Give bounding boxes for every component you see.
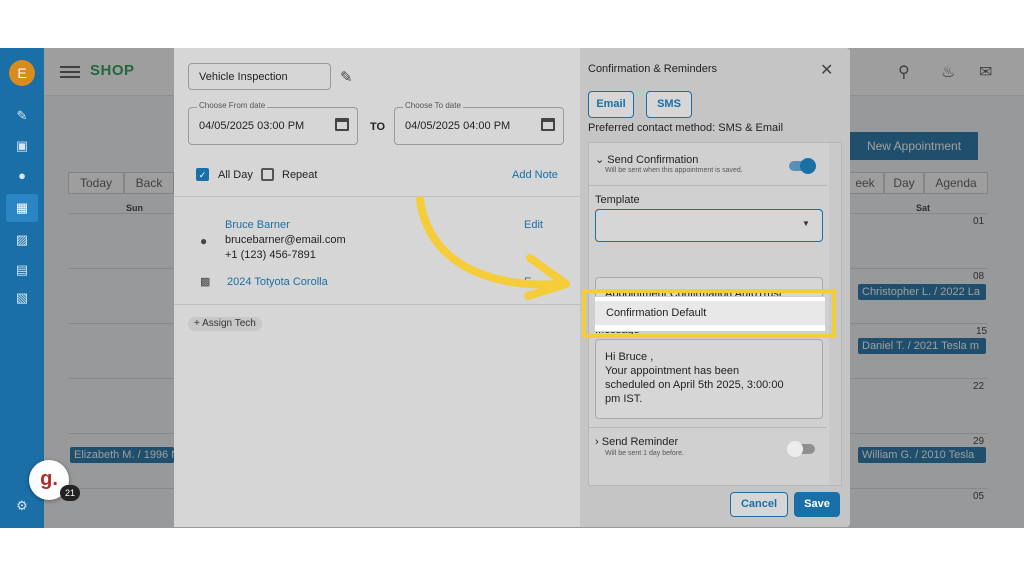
message-line: scheduled on April 5th 2025, 3:00:00	[605, 379, 784, 391]
send-reminder-label: Send Reminder	[601, 436, 679, 448]
to-date-value: 04/05/2025 04:00 PM	[405, 120, 511, 132]
confirmation-reminders-panel: Confirmation & Reminders ✕ Email SMS Pre…	[580, 48, 850, 527]
assistant-count-badge: 21	[60, 485, 80, 501]
toggle-knob	[800, 158, 816, 174]
tutorial-highlight	[582, 289, 836, 338]
calendar-icon[interactable]	[541, 118, 555, 131]
pencil-icon[interactable]: ✎	[340, 68, 353, 86]
message-line: Your appointment has been	[605, 365, 740, 377]
send-confirmation-toggle[interactable]	[789, 158, 816, 174]
preferred-contact: Preferred contact method: SMS & Email	[588, 122, 784, 134]
send-reminder-toggle[interactable]	[787, 441, 815, 457]
add-note-link[interactable]: Add Note	[512, 169, 558, 181]
customer-name-link[interactable]: Bruce Barner	[225, 219, 290, 231]
from-date-label: Choose From date	[197, 101, 268, 110]
cancel-button[interactable]: Cancel	[730, 492, 788, 517]
calendar-icon[interactable]	[335, 118, 349, 131]
sms-button[interactable]: SMS	[646, 91, 692, 118]
divider	[589, 427, 827, 428]
from-date-field[interactable]: Choose From date 04/05/2025 03:00 PM	[188, 101, 358, 145]
car-icon: ▩	[200, 276, 211, 288]
clipboard-icon[interactable]: ▣	[14, 138, 30, 154]
archive-icon[interactable]: ▤	[14, 262, 30, 278]
divider	[174, 304, 580, 305]
user-avatar[interactable]: E	[9, 60, 35, 86]
send-reminder-sub: Will be sent 1 day before.	[605, 450, 684, 457]
title-field[interactable]: Vehicle Inspection	[188, 63, 331, 90]
all-day-label: All Day	[218, 169, 253, 181]
from-date-value: 04/05/2025 03:00 PM	[199, 120, 305, 132]
settings-icon[interactable]: ⚙	[14, 498, 30, 514]
template-label: Template	[595, 194, 640, 206]
email-button[interactable]: Email	[588, 91, 634, 118]
customer-phone: +1 (123) 456-7891	[225, 249, 316, 261]
person-icon: ●	[200, 234, 208, 248]
repeat-label: Repeat	[282, 169, 318, 181]
message-line: Hi Bruce ,	[605, 351, 654, 363]
vehicle-link[interactable]: 2024 Totyota Corolla	[227, 276, 328, 288]
repeat-checkbox[interactable]	[261, 168, 274, 181]
message-line: pm IST.	[605, 393, 643, 405]
all-day-checkbox[interactable]: ✓	[196, 168, 209, 181]
users-icon[interactable]: ●	[14, 168, 30, 184]
dashboard-icon[interactable]: ✎	[14, 108, 30, 124]
divider	[589, 185, 827, 186]
close-icon[interactable]: ✕	[820, 60, 833, 80]
panel-title: Confirmation & Reminders	[588, 63, 717, 75]
to-date-field[interactable]: Choose To date 04/05/2025 04:00 PM	[394, 101, 564, 145]
message-textarea[interactable]: Hi Bruce , Your appointment has been sch…	[595, 339, 823, 419]
send-reminder-title: › Send Reminder	[595, 436, 678, 448]
arrow-icon	[416, 196, 570, 300]
chevron-down-icon[interactable]: ⌄	[595, 154, 604, 166]
save-button[interactable]: Save	[794, 492, 840, 517]
title-value: Vehicle Inspection	[199, 71, 288, 83]
inventory-icon[interactable]: ▨	[14, 232, 30, 248]
template-select[interactable]: ▼	[595, 209, 823, 242]
assign-tech-button[interactable]: + Assign Tech	[188, 317, 262, 331]
assign-tech-label: Assign Tech	[202, 318, 256, 329]
chevron-down-icon: ▼	[802, 219, 810, 228]
send-confirmation-sub: Will be sent when this appointment is sa…	[605, 167, 743, 174]
report-icon[interactable]: ▧	[14, 290, 30, 306]
chevron-right-icon[interactable]: ›	[595, 436, 599, 448]
send-confirmation-label: Send Confirmation	[607, 154, 699, 166]
plus-icon: +	[194, 318, 203, 329]
customer-email: brucebarner@email.com	[225, 234, 346, 246]
app-frame: E ✎ ▣ ● ▦ ▨ ▤ ▧ ⚙ SHOP ⚲ ♨ ✉ New Appoint…	[0, 48, 1024, 528]
send-confirmation-title: ⌄ Send Confirmation	[595, 153, 698, 166]
calendar-nav-icon[interactable]: ▦	[6, 194, 38, 222]
to-separator: TO	[370, 121, 386, 133]
left-rail: E ✎ ▣ ● ▦ ▨ ▤ ▧ ⚙	[0, 48, 44, 528]
to-date-label: Choose To date	[403, 101, 463, 110]
toggle-knob	[787, 441, 803, 457]
